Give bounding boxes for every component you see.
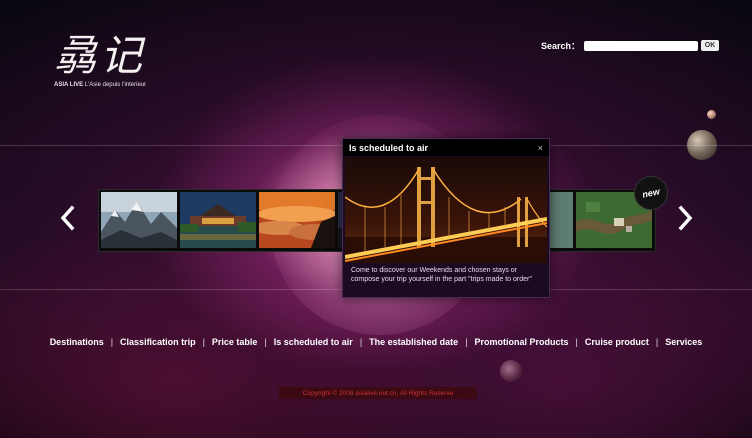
- popup-description: Come to discover our Weekends and chosen…: [351, 267, 532, 283]
- search-ok-button[interactable]: OK: [701, 40, 720, 51]
- nav-promotional-products[interactable]: Promotional Products: [475, 337, 569, 347]
- nav-separator: |: [655, 337, 659, 347]
- nav-separator: |: [465, 337, 468, 347]
- search-bar: Search： OK: [541, 39, 720, 52]
- nav-scheduled-to-air[interactable]: Is scheduled to air: [274, 337, 353, 347]
- popup-title: Is scheduled to air: [349, 142, 429, 153]
- background-moon: [707, 110, 716, 119]
- nav-separator: |: [264, 337, 267, 347]
- thumbnail-palace-lake[interactable]: [180, 192, 256, 248]
- search-label: Search：: [541, 41, 581, 51]
- nav-classification-trip[interactable]: Classification trip: [120, 337, 196, 347]
- logo-tagline-row: ASIA LIVE L'Asie depuis l'interieur: [54, 82, 146, 88]
- featured-popup[interactable]: Is scheduled to air × Come to discover o…: [342, 138, 550, 298]
- logo-glyphs: 骉记: [54, 31, 147, 80]
- search-input[interactable]: [584, 40, 699, 51]
- nav-separator: |: [359, 337, 363, 347]
- chevron-right-icon: [678, 205, 693, 231]
- logo-tagline: L'Asie depuis l'interieur: [84, 82, 147, 88]
- nav-separator: |: [110, 337, 114, 347]
- popup-header: Is scheduled to air ×: [343, 139, 549, 156]
- nav-separator: |: [202, 337, 205, 347]
- nav-established-date[interactable]: The established date: [369, 337, 458, 347]
- main-nav: Destinations | Classification trip | Price t…: [0, 337, 752, 347]
- nav-destinations[interactable]: Destinations: [50, 337, 104, 347]
- carousel-prev-button[interactable]: [58, 205, 78, 231]
- chevron-left-icon: [60, 205, 75, 231]
- nav-cruise-product[interactable]: Cruise product: [585, 337, 649, 347]
- logo-brand: ASIA LIVE: [54, 82, 84, 88]
- thumbnail-snowy-mountains[interactable]: [101, 192, 177, 248]
- popup-image-suspension-bridge[interactable]: [345, 157, 547, 263]
- nav-price-table[interactable]: Price table: [212, 337, 258, 347]
- background-orb: [500, 360, 522, 382]
- close-icon[interactable]: ×: [538, 143, 543, 153]
- copyright-notice: Copyright © 2008 asialive.net.cn, All Ri…: [279, 387, 477, 399]
- nav-services[interactable]: Services: [665, 337, 702, 347]
- thumbnail-sunset-clouds[interactable]: [259, 192, 335, 248]
- nav-separator: |: [575, 337, 578, 347]
- carousel-next-button[interactable]: [675, 205, 695, 231]
- site-logo[interactable]: 骉记 ASIA LIVE L'Asie depuis l'interieur: [54, 31, 147, 89]
